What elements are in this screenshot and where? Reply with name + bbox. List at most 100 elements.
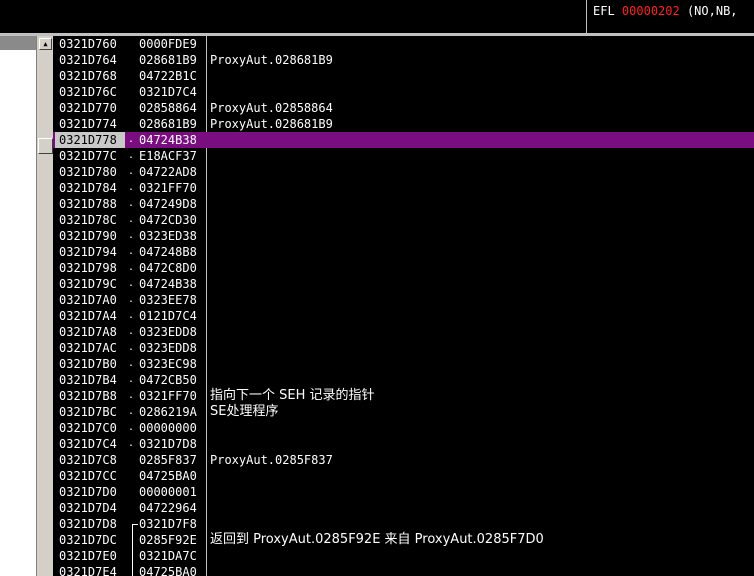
cpu-top-region: EFL 00000202 (NO,NB, (0, 0, 754, 33)
stack-row[interactable]: 0321D7A0. 0323EE78 (53, 292, 754, 308)
stack-row[interactable]: 0321D7AC. 0323EDD8 (53, 340, 754, 356)
stack-value: 0472C8D0 (139, 261, 197, 275)
stack-address: 0321D794 (59, 245, 117, 259)
stack-row[interactable]: 0321D7B0. 0323EC98 (53, 356, 754, 372)
stack-value: 047248B8 (139, 245, 197, 259)
stack-address: 0321D770 (59, 101, 117, 115)
stack-marker: . (127, 182, 135, 193)
stack-value: 0472CD30 (139, 213, 197, 227)
stack-row[interactable]: 0321D784. 0321FF70 (53, 180, 754, 196)
stack-row[interactable]: 0321D790. 0323ED38 (53, 228, 754, 244)
stack-value: 028681B9 (139, 53, 197, 67)
stack-address: 0321D768 (59, 69, 117, 83)
scroll-up-arrow-icon[interactable]: ▲ (39, 38, 52, 50)
efl-register-line[interactable]: EFL 00000202 (NO,NB, (593, 4, 738, 18)
stack-row[interactable]: 0321D7E0 0321DA7C (53, 548, 754, 564)
stack-value: 04725BA0 (139, 565, 197, 576)
stack-row[interactable]: 0321D7D4 04722964 (53, 500, 754, 516)
stack-row[interactable]: 0321D794. 047248B8 (53, 244, 754, 260)
disassembly-pane-edge[interactable] (0, 36, 36, 576)
stack-scrollbar[interactable]: ▲ (36, 36, 53, 576)
stack-marker (127, 84, 135, 100)
registers-pane[interactable]: EFL 00000202 (NO,NB, (586, 0, 754, 33)
stack-row[interactable]: 0321D780. 04722AD8 (53, 164, 754, 180)
stack-value: 0321D7D8 (139, 437, 197, 451)
stack-row[interactable]: 0321D7B4. 0472CB50 (53, 372, 754, 388)
stack-comment: ProxyAut.0285F837 (210, 453, 333, 467)
stack-marker: . (127, 134, 135, 145)
scroll-thumb[interactable] (38, 138, 53, 154)
stack-row[interactable]: 0321D79C. 04724B38 (53, 276, 754, 292)
stack-value: 0323EC98 (139, 357, 197, 371)
stack-marker: . (127, 374, 135, 385)
stack-row[interactable]: 0321D798. 0472C8D0 (53, 260, 754, 276)
stack-row[interactable]: 0321D7E4 04725BA0 (53, 564, 754, 576)
return-frame-bracket (132, 524, 138, 576)
stack-address: 0321D760 (59, 37, 117, 51)
stack-value: 04722964 (139, 501, 197, 515)
efl-flags: (NO,NB, (686, 4, 738, 18)
stack-row[interactable]: 0321D7C8 0285F837 ProxyAut.0285F837 (53, 452, 754, 468)
stack-comment: ProxyAut.028681B9 (210, 117, 333, 131)
stack-comment: SE处理程序 (210, 404, 279, 419)
stack-row-selected[interactable]: 0321D778. 04724B38 (53, 132, 754, 148)
stack-row[interactable]: 0321D76C 0321D7C4 (53, 84, 754, 100)
stack-row[interactable]: 0321D764 028681B9 ProxyAut.028681B9 (53, 52, 754, 68)
stack-row[interactable]: 0321D774 028681B9 ProxyAut.028681B9 (53, 116, 754, 132)
stack-value: 04725BA0 (139, 469, 197, 483)
stack-address: 0321D764 (59, 53, 117, 67)
stack-marker: . (127, 214, 135, 225)
stack-value: 0321FF70 (139, 389, 197, 403)
efl-label: EFL (593, 4, 615, 18)
stack-address: 0321D7C8 (59, 453, 117, 467)
stack-row[interactable]: 0321D7A8. 0323EDD8 (53, 324, 754, 340)
stack-row[interactable]: 0321D7D8 0321D7F8 (53, 516, 754, 532)
stack-value: 0323EDD8 (139, 325, 197, 339)
stack-address: 0321D77C (59, 149, 117, 163)
stack-pane[interactable]: 0321D760 0000FDE9 0321D764 028681B9 ProxyAut… (53, 36, 754, 576)
stack-marker: . (127, 310, 135, 321)
stack-marker: . (127, 198, 135, 209)
stack-row[interactable]: 0321D788. 047249D8 (53, 196, 754, 212)
stack-row[interactable]: 0321D760 0000FDE9 (53, 36, 754, 52)
stack-row[interactable]: 0321D7C4. 0321D7D8 (53, 436, 754, 452)
stack-marker: . (127, 278, 135, 289)
stack-marker: . (127, 230, 135, 241)
stack-marker (127, 52, 135, 68)
stack-address: 0321D7E4 (59, 565, 117, 576)
stack-comment: 指向下一个 SEH 记录的指针 (210, 388, 375, 403)
stack-row[interactable]: 0321D7DC 0285F92E 返回到 ProxyAut.0285F92E 来自… (53, 532, 754, 548)
stack-address: 0321D7D8 (59, 517, 117, 531)
stack-comment: 返回到 ProxyAut.0285F92E 来自 ProxyAut.0285F7… (210, 532, 544, 547)
stack-value: 04724B38 (139, 277, 197, 291)
stack-address: 0321D7DC (59, 533, 117, 547)
disassembly-selected-line (0, 36, 36, 50)
stack-marker: . (127, 262, 135, 273)
stack-row[interactable]: 0321D770 02858864 ProxyAut.02858864 (53, 100, 754, 116)
stack-value: 047249D8 (139, 197, 197, 211)
stack-address: 0321D76C (59, 85, 117, 99)
stack-row[interactable]: 0321D78C. 0472CD30 (53, 212, 754, 228)
stack-marker (127, 484, 135, 500)
stack-value: 0286219A (139, 405, 197, 419)
stack-row[interactable]: 0321D7D0 00000001 (53, 484, 754, 500)
stack-address: 0321D7AC (59, 341, 117, 355)
stack-row[interactable]: 0321D7C0. 00000000 (53, 420, 754, 436)
stack-value: 0285F92E (139, 533, 197, 547)
stack-marker: . (127, 438, 135, 449)
stack-marker: . (127, 390, 135, 401)
stack-row[interactable]: 0321D7B8. 0321FF70 指向下一个 SEH 记录的指针 (53, 388, 754, 404)
stack-address: 0321D79C (59, 277, 117, 291)
stack-address: 0321D784 (59, 181, 117, 195)
stack-address: 0321D788 (59, 197, 117, 211)
stack-address: 0321D7A0 (59, 293, 117, 307)
stack-row[interactable]: 0321D7BC. 0286219A SE处理程序 (53, 404, 754, 420)
stack-value: 02858864 (139, 101, 197, 115)
stack-value: 0285F837 (139, 453, 197, 467)
stack-row[interactable]: 0321D768 04722B1C (53, 68, 754, 84)
stack-row[interactable]: 0321D7A4. 0121D7C4 (53, 308, 754, 324)
stack-row[interactable]: 0321D77C. E18ACF37 (53, 148, 754, 164)
stack-address: 0321D7C0 (59, 421, 117, 435)
stack-row[interactable]: 0321D7CC 04725BA0 (53, 468, 754, 484)
stack-value: 0000FDE9 (139, 37, 197, 51)
